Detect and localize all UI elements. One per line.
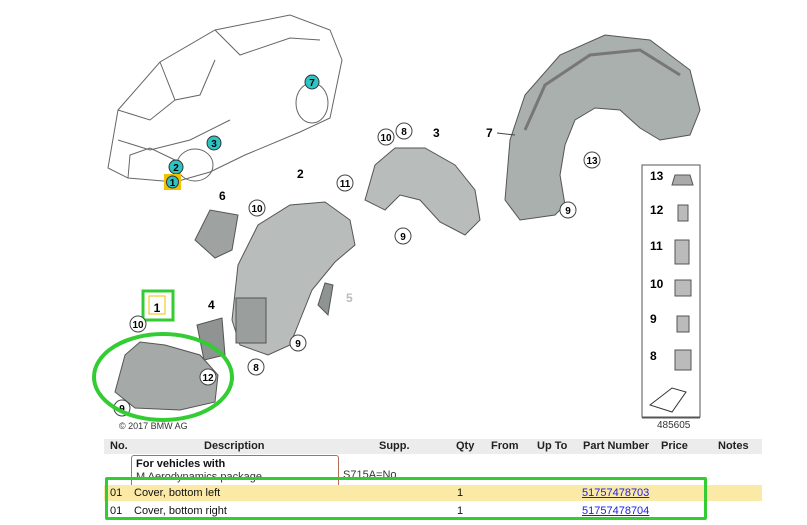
car-callout-7[interactable]: 7: [304, 74, 320, 90]
callout-9-lower[interactable]: 9: [289, 334, 307, 352]
svg-text:3: 3: [211, 139, 217, 150]
callout-12[interactable]: 12: [199, 368, 217, 386]
car-illustration: [107, 14, 343, 183]
svg-text:11: 11: [650, 239, 663, 253]
label-2[interactable]: 2: [297, 167, 304, 181]
callout-8-lower[interactable]: 8: [247, 358, 265, 376]
callout-10-low[interactable]: 10: [129, 315, 147, 333]
diagram-id: 485605: [657, 420, 691, 431]
note-line-1: For vehicles with: [136, 458, 226, 470]
part-6: [194, 209, 239, 259]
callout-8-mid[interactable]: 8: [395, 122, 413, 140]
arrow-icon: [648, 387, 687, 413]
callout-9-mid[interactable]: 9: [394, 227, 412, 245]
col-qty: Qty: [456, 440, 475, 452]
part-7-wheel-arch-liner: [504, 34, 701, 221]
callout-10-mid[interactable]: 10: [377, 128, 395, 146]
col-up-to: Up To: [537, 440, 568, 452]
label-5[interactable]: 5: [346, 291, 353, 305]
col-no: No.: [110, 440, 128, 452]
svg-text:13: 13: [650, 169, 664, 183]
note-supp: S715A=No: [343, 469, 397, 481]
table-row[interactable]: 01 Cover, bottom left 1 51757478703: [104, 485, 762, 501]
svg-text:1: 1: [154, 301, 161, 315]
callout-10-upper[interactable]: 10: [248, 199, 266, 217]
table-header: No. Description Supp. Qty From Up To Par…: [104, 439, 762, 454]
svg-text:8: 8: [401, 127, 407, 138]
svg-text:9: 9: [400, 232, 406, 243]
svg-text:10: 10: [380, 133, 392, 144]
row-no: 01: [110, 505, 123, 517]
part-2-liner: [231, 201, 356, 356]
label-4[interactable]: 4: [208, 298, 215, 312]
car-callout-1[interactable]: 1: [164, 174, 181, 190]
label-6[interactable]: 6: [219, 189, 226, 203]
callout-13[interactable]: 13: [583, 151, 601, 169]
svg-text:8: 8: [650, 349, 657, 363]
parts-diagram: 2 1 3 7 7 13 9 3 10 8 11 9 2 10 9 8 6 4 …: [92, 14, 701, 431]
col-supp: Supp.: [379, 440, 410, 452]
svg-text:12: 12: [202, 373, 214, 384]
svg-text:13: 13: [586, 156, 598, 167]
table-row[interactable]: 01 Cover, bottom right 1 51757478704: [104, 503, 762, 519]
row-qty: 1: [457, 505, 464, 517]
svg-text:9: 9: [565, 206, 571, 217]
svg-text:9: 9: [295, 339, 301, 350]
part-5: [317, 282, 334, 317]
col-from: From: [491, 440, 519, 452]
col-notes: Notes: [718, 440, 749, 452]
label-3[interactable]: 3: [433, 126, 440, 140]
row-qty: 1: [457, 487, 464, 499]
row-no: 01: [110, 487, 123, 499]
svg-text:8: 8: [253, 363, 259, 374]
svg-text:1: 1: [170, 178, 176, 189]
svg-text:10: 10: [132, 320, 144, 331]
callout-9-top[interactable]: 9: [559, 201, 577, 219]
part-number-link[interactable]: 51757478704: [582, 505, 649, 517]
car-callout-2[interactable]: 2: [168, 159, 184, 175]
svg-text:11: 11: [340, 179, 351, 190]
svg-text:10: 10: [251, 204, 263, 215]
car-callout-3[interactable]: 3: [206, 135, 222, 151]
copyright: © 2017 BMW AG: [119, 421, 188, 431]
label-7[interactable]: 7: [486, 126, 493, 140]
part-3-liner: [364, 147, 481, 236]
label-1-boxed[interactable]: 1: [141, 289, 175, 322]
svg-text:7: 7: [309, 78, 315, 89]
callout-11[interactable]: 11: [336, 174, 354, 192]
svg-text:10: 10: [650, 277, 664, 291]
note-line-2: M Aerodynamics package: [136, 471, 262, 483]
col-part-number: Part Number: [583, 440, 650, 452]
svg-text:2: 2: [173, 163, 179, 174]
col-description: Description: [204, 440, 265, 452]
svg-text:12: 12: [650, 203, 664, 217]
col-price: Price: [661, 440, 688, 452]
svg-text:9: 9: [650, 312, 657, 326]
part-number-link[interactable]: 51757478703: [582, 487, 649, 499]
fastener-legend: 13 12 11 10 9 8: [641, 164, 701, 419]
row-description: Cover, bottom right: [134, 505, 227, 517]
row-description: Cover, bottom left: [134, 487, 221, 499]
